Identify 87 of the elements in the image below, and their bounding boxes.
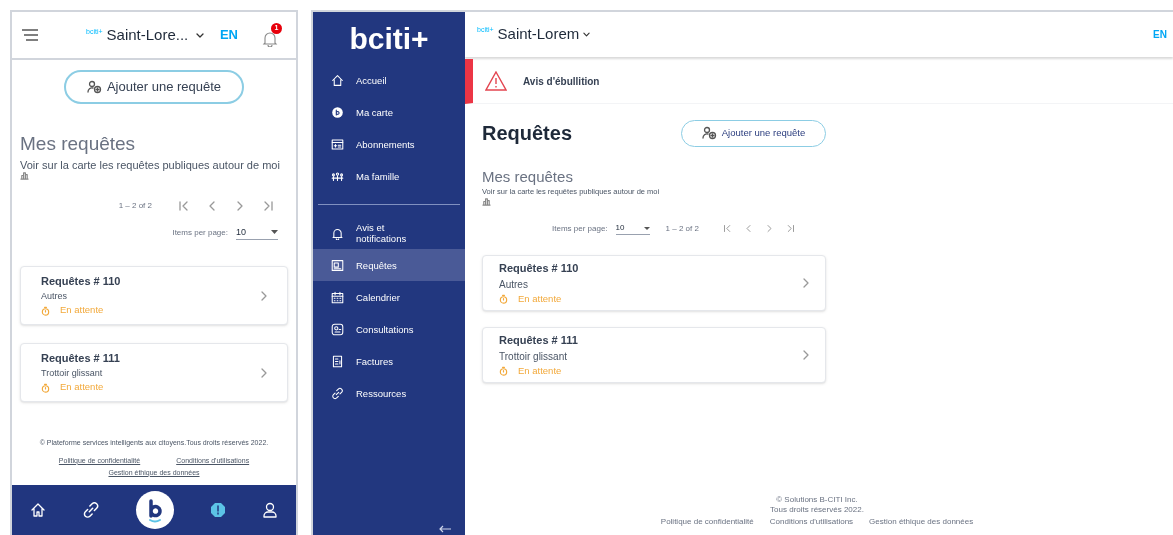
- user-icon[interactable]: [262, 502, 278, 518]
- request-title: Requêtes # 110: [41, 274, 122, 290]
- collapse-icon[interactable]: [439, 525, 451, 533]
- stopwatch-icon: [499, 366, 508, 376]
- document-icon: [331, 258, 344, 272]
- page-range: 1 – 2 of 2: [118, 199, 152, 212]
- items-per-page-label: Items per page:: [552, 222, 608, 235]
- request-title: Requêtes # 111: [41, 351, 121, 367]
- section-title: Mes requêtes: [482, 168, 574, 186]
- previous-page-icon[interactable]: [743, 224, 753, 234]
- footer-link[interactable]: Conditions d'utilisations: [769, 517, 854, 528]
- stopwatch-icon: [41, 382, 50, 393]
- chevron-down-icon: [196, 32, 205, 38]
- status-text: En attente: [518, 363, 562, 378]
- bell-icon: [331, 226, 344, 240]
- request-category: Autres: [41, 289, 68, 303]
- page-range: 1 – 2 of 2: [665, 222, 699, 235]
- first-page-icon[interactable]: [178, 199, 190, 212]
- link-icon: [331, 386, 344, 400]
- request-category: Autres: [499, 277, 529, 292]
- page-title: Requêtes: [482, 121, 574, 146]
- home-icon[interactable]: [30, 502, 46, 518]
- sidebar-item[interactable]: Avis et notifications: [313, 217, 465, 249]
- sidebar-item[interactable]: Consultations: [313, 313, 465, 345]
- add-user-icon: [701, 126, 718, 140]
- logo: bciti+: [349, 24, 429, 54]
- stopwatch-icon: [499, 294, 508, 304]
- chevron-right-icon: [261, 367, 267, 378]
- sidebar-item[interactable]: Ma famille: [313, 160, 465, 192]
- alert-icon[interactable]: [210, 502, 226, 518]
- chevron-down-icon: [583, 32, 591, 37]
- copyright-text: Tous droits réservés 2022.: [770, 505, 864, 516]
- sidebar-item[interactable]: Factures: [313, 345, 465, 377]
- buildings-icon: [20, 170, 29, 180]
- chevron-right-icon: [261, 290, 267, 301]
- map-link[interactable]: Voir sur la carte les requêtes publiques autour de moi: [20, 158, 288, 180]
- dropdown-icon: [271, 230, 278, 235]
- section-title: Mes requêtes: [20, 132, 137, 156]
- alert-title: Avis d'ébullition: [523, 74, 600, 89]
- footer-link[interactable]: Gestion éthique des données: [869, 517, 974, 528]
- request-title: Requêtes # 111: [499, 333, 579, 349]
- last-page-icon[interactable]: [262, 199, 274, 212]
- request-card[interactable]: Requêtes # 111 Trottoir glissant En attente: [482, 327, 826, 384]
- logo-button[interactable]: [136, 491, 174, 529]
- bell-icon: [262, 31, 278, 47]
- dropdown-icon: [643, 226, 650, 230]
- next-page-icon[interactable]: [764, 224, 774, 234]
- family-icon: [331, 169, 344, 183]
- request-category: Trottoir glissant: [41, 366, 104, 380]
- city-selector[interactable]: Saint-Lorem: [497, 23, 591, 46]
- add-user-icon: [86, 80, 103, 94]
- add-request-button[interactable]: Ajouter une requête: [64, 70, 244, 104]
- items-per-page-select[interactable]: 10: [615, 222, 650, 236]
- invoice-icon: [331, 354, 344, 368]
- status-text: En attente: [60, 303, 104, 318]
- request-title: Requêtes # 110: [499, 261, 580, 277]
- logo-icon: [331, 105, 344, 119]
- home-icon: [331, 73, 344, 87]
- request-card[interactable]: Requêtes # 110 Autres En attente: [20, 266, 288, 325]
- footer-link[interactable]: Politique de confidentialité: [660, 517, 754, 528]
- link-icon[interactable]: [82, 501, 100, 519]
- form-icon: [331, 137, 344, 151]
- consultation-icon: [331, 322, 344, 336]
- sidebar-item[interactable]: Ressources: [313, 377, 465, 409]
- request-category: Trottoir glissant: [499, 349, 568, 364]
- status-text: En attente: [518, 291, 562, 306]
- stopwatch-icon: [41, 305, 50, 316]
- chevron-right-icon: [803, 278, 809, 289]
- items-per-page-select[interactable]: 10: [236, 225, 278, 240]
- calendar-icon: [331, 290, 344, 304]
- menu-icon[interactable]: [22, 29, 38, 41]
- chevron-right-icon: [803, 350, 809, 361]
- request-card[interactable]: Requêtes # 111 Trottoir glissant En attente: [20, 343, 288, 402]
- items-per-page-label: Items per page:: [172, 226, 228, 239]
- first-page-icon[interactable]: [722, 224, 732, 234]
- warning-icon: [485, 71, 507, 91]
- status-text: En attente: [60, 380, 104, 395]
- city-selector[interactable]: Saint-Lore...: [106, 23, 205, 47]
- request-card[interactable]: Requêtes # 110 Autres En attente: [482, 255, 826, 312]
- sidebar-item[interactable]: Abonnements: [313, 128, 465, 160]
- sidebar-item[interactable]: Requêtes: [313, 249, 465, 281]
- last-page-icon[interactable]: [785, 224, 795, 234]
- copyright-text: © Solutions B-CITI Inc.: [776, 495, 858, 506]
- sidebar-item[interactable]: Accueil: [313, 64, 465, 96]
- sidebar-item[interactable]: Calendrier: [313, 281, 465, 313]
- sidebar-item[interactable]: Ma carte: [313, 96, 465, 128]
- buildings-icon: [482, 197, 491, 207]
